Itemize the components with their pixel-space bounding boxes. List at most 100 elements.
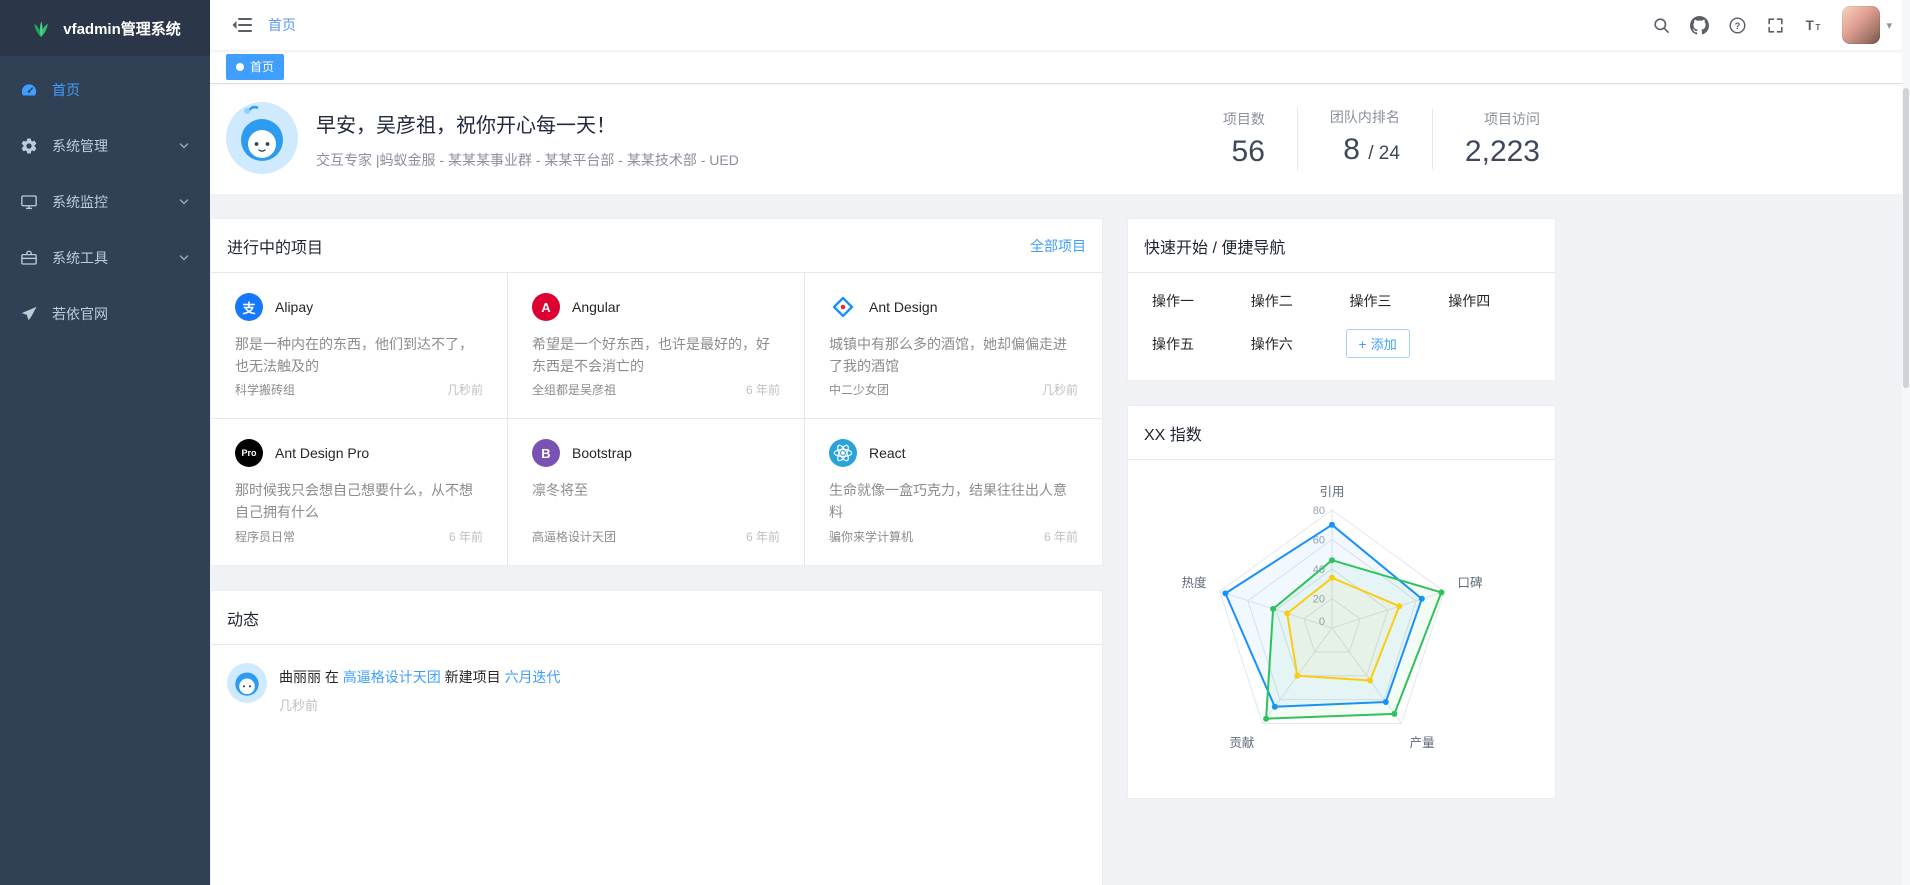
app-title: vfadmin管理系统: [63, 18, 181, 39]
quicknav-link-6[interactable]: 操作六: [1243, 334, 1342, 354]
navbar-actions: ? TT ▾: [1642, 0, 1898, 50]
sidebar-menu: 首页 系统管理 系统监控: [0, 56, 210, 342]
project-card-alipay[interactable]: 支 Alipay 那是一种内在的东西，他们到达不了，也无法触及的 科学搬砖组 几…: [211, 273, 508, 419]
sidebar-item-system-tools[interactable]: 系统工具: [0, 230, 210, 286]
svg-text:热度: 热度: [1181, 575, 1207, 590]
logo-letter: A: [541, 300, 550, 315]
project-name[interactable]: Ant Design: [869, 299, 937, 315]
project-card-ant-design-pro[interactable]: Pro Ant Design Pro 那时候我只会想自己想要什么，从不想自己拥有…: [211, 419, 508, 565]
activity-item: 曲丽丽 在 高逼格设计天团 新建项目 六月迭代 几秒前: [211, 645, 1102, 732]
bootstrap-logo-icon: B: [532, 439, 560, 467]
top-navbar: 首页 ? TT ▾: [210, 0, 1910, 50]
sidebar-item-label: 系统监控: [52, 192, 108, 212]
project-group-link[interactable]: 程序员日常: [235, 528, 295, 545]
sidebar-item-label: 系统工具: [52, 248, 108, 268]
project-name[interactable]: Bootstrap: [572, 445, 632, 461]
logo-letter: B: [541, 446, 550, 461]
stat-team-rank: 团队内排名 8 / 24: [1297, 107, 1432, 171]
quicknav-link-4[interactable]: 操作四: [1440, 291, 1539, 311]
project-group-link[interactable]: 全组都是吴彦祖: [532, 381, 616, 398]
project-group-link[interactable]: 中二少女团: [829, 381, 889, 398]
activity-avatar: [227, 663, 267, 714]
add-button-label: 添加: [1371, 334, 1397, 353]
ant-design-pro-logo-icon: Pro: [235, 439, 263, 467]
tag-home[interactable]: 首页: [226, 54, 284, 80]
project-card-angular[interactable]: A Angular 希望是一个好东西，也许是最好的，好东西是不会消亡的 全组都是…: [508, 273, 805, 419]
scrollbar-thumb[interactable]: [1903, 88, 1909, 388]
quicknav-card-title: 快速开始 / 便捷导航: [1144, 234, 1285, 258]
stats-row: 项目数 56 团队内排名 8 / 24 项目访问 2,223: [1191, 107, 1540, 171]
project-card-bootstrap[interactable]: B Bootstrap 凛冬将至 高逼格设计天团 6 年前: [508, 419, 805, 565]
project-name[interactable]: Angular: [572, 299, 620, 315]
app-root: vfadmin管理系统 首页 系统管理: [0, 0, 1910, 885]
quicknav-link-3[interactable]: 操作三: [1342, 291, 1441, 311]
project-desc: 那是一种内在的东西，他们到达不了，也无法触及的: [235, 333, 483, 377]
activity-group-link[interactable]: 高逼格设计天团: [343, 669, 441, 685]
vertical-scrollbar[interactable]: [1902, 0, 1910, 885]
activity-text: 曲丽丽 在 高逼格设计天团 新建项目 六月迭代: [279, 663, 561, 687]
project-updated-time: 6 年前: [1044, 528, 1078, 545]
user-mascot-avatar: [226, 102, 298, 177]
project-updated-time: 6 年前: [449, 528, 483, 545]
stat-project-visits: 项目访问 2,223: [1432, 109, 1540, 169]
search-icon[interactable]: [1642, 0, 1680, 50]
quicknav-link-2[interactable]: 操作二: [1243, 291, 1342, 311]
fullscreen-icon[interactable]: [1756, 0, 1794, 50]
toolbox-icon: [20, 249, 38, 267]
stat-value: 56: [1232, 135, 1265, 168]
all-projects-link[interactable]: 全部项目: [1030, 236, 1086, 256]
sidebar-collapse-icon[interactable]: [224, 0, 260, 50]
project-group-link[interactable]: 骗你来学计算机: [829, 528, 913, 545]
project-card-ant-design[interactable]: Ant Design 城镇中有那么多的酒馆，她却偏偏走进了我的酒馆 中二少女团 …: [805, 273, 1102, 419]
project-name[interactable]: Ant Design Pro: [275, 445, 369, 461]
github-icon[interactable]: [1680, 0, 1718, 50]
project-card-react[interactable]: React 生命就像一盒巧克力，结果往往出人意料 骗你来学计算机 6 年前: [805, 419, 1102, 565]
stat-value: 2,223: [1465, 135, 1540, 168]
plus-icon: +: [1359, 337, 1367, 351]
tag-label: 首页: [250, 58, 274, 75]
sidebar-item-label: 若依官网: [52, 304, 108, 324]
greeting-text: 早安，吴彦祖，祝你开心每一天！ 交互专家 |蚂蚁金服 - 某某某事业群 - 某某…: [316, 109, 739, 170]
sidebar-item-system-management[interactable]: 系统管理: [0, 118, 210, 174]
activity-user: 曲丽丽: [279, 669, 321, 685]
activity-card-title: 动态: [227, 606, 259, 630]
page-content: 早安，吴彦祖，祝你开心每一天！ 交互专家 |蚂蚁金服 - 某某某事业群 - 某某…: [210, 84, 1910, 885]
stat-label: 项目数: [1223, 109, 1265, 129]
alipay-logo-icon: 支: [235, 293, 263, 321]
activity-project-link[interactable]: 六月迭代: [505, 669, 561, 685]
app-logo[interactable]: vfadmin管理系统: [0, 0, 210, 56]
project-desc: 希望是一个好东西，也许是最好的，好东西是不会消亡的: [532, 333, 780, 377]
project-group-link[interactable]: 科学搬砖组: [235, 381, 295, 398]
greeting-panel: 早安，吴彦祖，祝你开心每一天！ 交互专家 |蚂蚁金服 - 某某某事业群 - 某某…: [210, 84, 1910, 194]
radar-chart: 020406080引用口碑产量贡献热度: [1128, 466, 1555, 786]
quicknav-link-5[interactable]: 操作五: [1144, 334, 1243, 354]
project-updated-time: 几秒前: [447, 381, 483, 398]
help-icon[interactable]: ?: [1718, 0, 1756, 50]
projects-card-title: 进行中的项目: [227, 234, 323, 258]
font-size-icon[interactable]: TT: [1794, 0, 1832, 50]
sidebar-item-label: 首页: [52, 80, 80, 100]
project-desc: 城镇中有那么多的酒馆，她却偏偏走进了我的酒馆: [829, 333, 1078, 377]
activity-verb: 在: [325, 669, 339, 685]
logo-letter: 支: [242, 298, 255, 317]
sidebar-item-official-site[interactable]: 若依官网: [0, 286, 210, 342]
project-name[interactable]: React: [869, 445, 906, 461]
add-button[interactable]: + 添加: [1346, 329, 1410, 358]
greeting-title: 早安，吴彦祖，祝你开心每一天！: [316, 109, 739, 138]
sidebar-item-system-monitor[interactable]: 系统监控: [0, 174, 210, 230]
quicknav-card: 快速开始 / 便捷导航 操作一 操作二 操作三 操作四 操作五 操作六 + 添加: [1127, 218, 1556, 381]
leaf-logo-icon: [29, 16, 53, 40]
sidebar-item-home[interactable]: 首页: [0, 62, 210, 118]
breadcrumb[interactable]: 首页: [268, 15, 296, 35]
radar-container: 020406080引用口碑产量贡献热度: [1128, 460, 1555, 798]
user-menu[interactable]: ▾: [1842, 6, 1898, 44]
project-group-link[interactable]: 高逼格设计天团: [532, 528, 616, 545]
stat-value: 8: [1343, 133, 1360, 166]
index-card-title: XX 指数: [1144, 421, 1202, 445]
project-name[interactable]: Alipay: [275, 299, 313, 315]
monitor-icon: [20, 193, 38, 211]
logo-letter: Pro: [241, 448, 256, 458]
quicknav-link-1[interactable]: 操作一: [1144, 291, 1243, 311]
sidebar-item-label: 系统管理: [52, 136, 108, 156]
project-desc: 生命就像一盒巧克力，结果往往出人意料: [829, 479, 1078, 523]
